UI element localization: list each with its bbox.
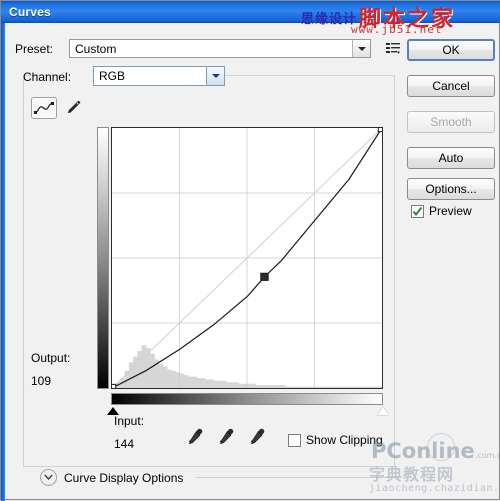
- input-readout: Input: 144: [114, 414, 178, 451]
- black-point-eyedropper[interactable]: [185, 427, 204, 449]
- smooth-button: Smooth: [407, 111, 495, 133]
- curves-dialog: Curves Preset: Custom Channel: RGB Outpu…: [0, 0, 500, 501]
- curve-plot-svg[interactable]: [112, 128, 382, 388]
- curve-display-options-label: Curve Display Options: [64, 470, 184, 485]
- preset-row: Preset: Custom: [15, 39, 400, 59]
- output-label: Output:: [31, 351, 71, 365]
- curve-plot-area[interactable]: [111, 127, 383, 389]
- white-point-eyedropper[interactable]: [247, 427, 266, 449]
- curve-graph: [94, 123, 389, 415]
- auto-button[interactable]: Auto: [407, 147, 495, 169]
- show-clipping-row[interactable]: Show Clipping: [288, 433, 383, 447]
- input-label: Input:: [114, 414, 145, 428]
- title-bar: Curves: [1, 1, 500, 23]
- channel-value: RGB: [99, 69, 126, 83]
- chevron-down-icon[interactable]: [206, 67, 224, 85]
- output-gradient-bar: [97, 127, 109, 389]
- dialog-body: Preset: Custom Channel: RGB Output: 109 …: [5, 23, 497, 499]
- input-gradient-bar: [111, 393, 383, 405]
- preset-value: Custom: [75, 41, 117, 56]
- pencil-icon: [68, 100, 81, 114]
- preset-menu-icon[interactable]: [385, 40, 401, 57]
- preview-row[interactable]: Preview: [411, 204, 472, 218]
- output-value: 109: [31, 374, 52, 388]
- chevron-down-circle-icon[interactable]: [40, 469, 57, 486]
- curve-draw-icon: [34, 102, 54, 114]
- preset-label: Preset:: [15, 42, 54, 56]
- preview-checkbox[interactable]: [411, 204, 424, 218]
- ok-button[interactable]: OK: [407, 39, 495, 61]
- preset-dropdown[interactable]: Custom: [69, 39, 371, 58]
- channel-dropdown[interactable]: RGB: [93, 66, 225, 86]
- options-button[interactable]: Options...: [407, 178, 495, 200]
- curve-display-options-row[interactable]: Curve Display Options: [40, 469, 390, 486]
- cancel-button[interactable]: Cancel: [407, 75, 495, 97]
- input-value: 144: [114, 437, 135, 451]
- chevron-down-icon[interactable]: [352, 40, 370, 57]
- white-point-slider[interactable]: [377, 407, 389, 415]
- show-clipping-checkbox[interactable]: [288, 433, 301, 447]
- show-clipping-label: Show Clipping: [306, 433, 383, 447]
- pencil-tool-button[interactable]: [60, 97, 86, 119]
- curve-draw-tool-button[interactable]: [31, 97, 57, 119]
- divider: [196, 477, 390, 478]
- curve-tools: [31, 97, 86, 119]
- preview-label: Preview: [429, 204, 472, 218]
- window-title: Curves: [9, 5, 51, 19]
- output-readout: Output: 109: [31, 351, 95, 388]
- channel-label: Channel:: [23, 70, 72, 84]
- eyedropper-group: [185, 427, 266, 449]
- gray-point-eyedropper[interactable]: [216, 427, 235, 449]
